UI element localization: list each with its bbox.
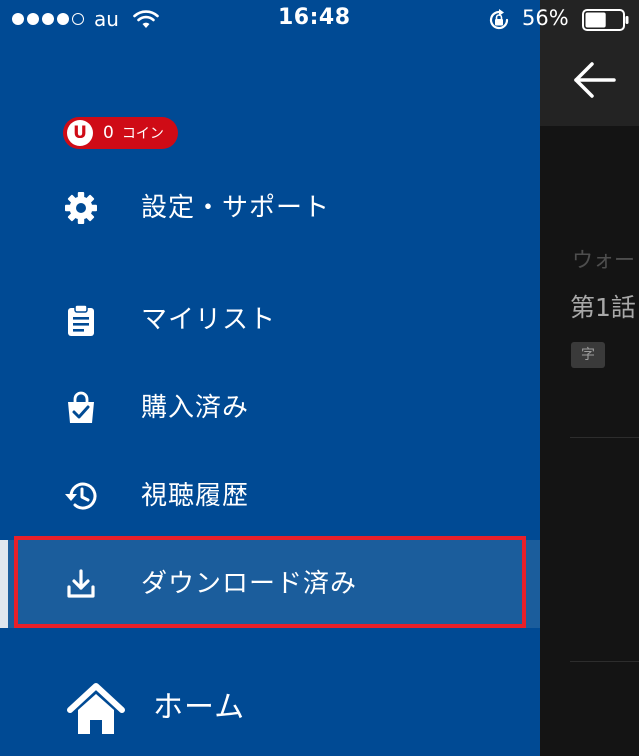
coin-balance-badge[interactable]: U 0 コイン bbox=[63, 117, 178, 149]
gear-icon bbox=[65, 192, 97, 224]
status-time: 16:48 bbox=[278, 5, 351, 30]
arrow-left-icon[interactable] bbox=[572, 60, 618, 100]
shopping-bag-check-icon bbox=[68, 391, 94, 423]
menu-item-purchased[interactable]: 購入済み bbox=[0, 364, 540, 452]
menu-item-label: ホーム bbox=[153, 690, 246, 725]
content-subtitle: ウォー bbox=[572, 248, 635, 272]
menu-item-mylist[interactable]: マイリスト bbox=[0, 276, 540, 364]
signal-dot bbox=[42, 13, 54, 25]
signal-dot bbox=[72, 13, 84, 25]
rotation-lock-icon bbox=[489, 9, 509, 30]
content-panel[interactable]: ウォー 第1話 字 bbox=[540, 0, 639, 756]
download-icon bbox=[67, 569, 95, 598]
screen: ウォー 第1話 字 U 0 コイン 設定・サポート マイリスト 購入済み 視聴履… bbox=[0, 0, 639, 756]
signal-dot bbox=[57, 13, 69, 25]
active-indicator bbox=[0, 540, 8, 628]
battery-percentage: 56% bbox=[522, 6, 569, 30]
subtitle-badge: 字 bbox=[571, 342, 605, 368]
signal-dot bbox=[12, 13, 24, 25]
signal-strength-icon bbox=[12, 13, 84, 25]
menu-item-label: ダウンロード済み bbox=[141, 569, 358, 599]
content-divider bbox=[570, 661, 639, 662]
menu-item-label: 購入済み bbox=[141, 393, 250, 423]
menu-item-label: 視聴履歴 bbox=[141, 481, 250, 511]
clipboard-icon bbox=[68, 304, 94, 336]
status-bar: au 16:48 56% bbox=[0, 0, 639, 40]
wifi-icon bbox=[133, 10, 159, 28]
history-clock-icon bbox=[65, 482, 97, 510]
coin-count: 0 bbox=[103, 123, 114, 143]
content-divider bbox=[570, 437, 639, 438]
menu-item-history[interactable]: 視聴履歴 bbox=[0, 452, 540, 540]
menu-item-home[interactable]: ホーム bbox=[0, 672, 540, 756]
battery-icon bbox=[582, 9, 629, 31]
u-next-logo-icon: U bbox=[67, 120, 93, 146]
navigation-drawer: U 0 コイン 設定・サポート マイリスト 購入済み 視聴履歴 ダウンロード済み… bbox=[0, 0, 540, 756]
carrier-name: au bbox=[94, 7, 119, 31]
menu-item-label: マイリスト bbox=[141, 305, 277, 335]
menu-item-downloaded[interactable]: ダウンロード済み bbox=[0, 540, 540, 628]
menu-item-label: 設定・サポート bbox=[141, 193, 331, 223]
battery-fill bbox=[585, 12, 606, 28]
coin-unit: コイン bbox=[121, 126, 164, 142]
home-icon bbox=[67, 683, 125, 734]
episode-title[interactable]: 第1話 bbox=[570, 288, 636, 324]
menu-item-settings-support[interactable]: 設定・サポート bbox=[0, 164, 540, 252]
signal-dot bbox=[27, 13, 39, 25]
